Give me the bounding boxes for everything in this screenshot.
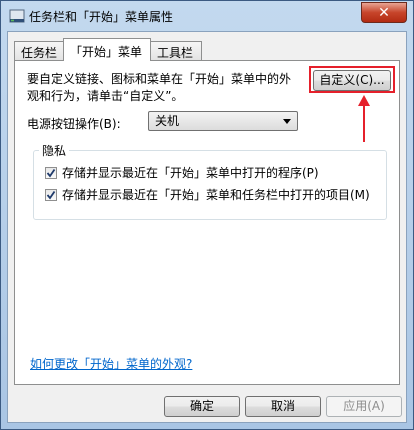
tab-toolbars[interactable]: 工具栏 bbox=[150, 41, 202, 60]
close-button[interactable]: ✕ bbox=[361, 2, 407, 23]
tab-start-menu[interactable]: 「开始」菜单 bbox=[63, 38, 151, 61]
privacy-group bbox=[33, 150, 387, 220]
privacy-option-programs[interactable]: 存储并显示最近在「开始」菜单中打开的程序(P) bbox=[45, 164, 319, 181]
privacy-option-label: 存储并显示最近在「开始」菜单和任务栏中打开的项目(M) bbox=[62, 188, 370, 202]
help-link[interactable]: 如何更改「开始」菜单的外观? bbox=[30, 355, 192, 372]
cancel-button[interactable]: 取消 bbox=[245, 396, 321, 417]
customize-description: 要自定义链接、图标和菜单在「开始」菜单中的外观和行为，请单击“自定义”。 bbox=[27, 72, 292, 103]
privacy-option-items[interactable]: 存储并显示最近在「开始」菜单和任务栏中打开的项目(M) bbox=[45, 186, 370, 203]
checkbox-items[interactable] bbox=[45, 188, 57, 201]
checkmark-icon bbox=[46, 190, 56, 199]
properties-window: 任务栏和「开始」菜单属性 ✕ 任务栏 「开始」菜单 工具栏 要自定义链接、图标和… bbox=[0, 0, 414, 430]
power-action-select[interactable]: 关机 bbox=[148, 111, 298, 131]
taskbar-app-icon bbox=[9, 8, 25, 24]
power-button-label: 电源按钮操作(B): bbox=[27, 117, 121, 131]
chevron-down-icon bbox=[283, 119, 291, 124]
tab-taskbar[interactable]: 任务栏 bbox=[14, 41, 64, 60]
window-title: 任务栏和「开始」菜单属性 bbox=[29, 10, 174, 24]
apply-button[interactable]: 应用(A) bbox=[326, 396, 402, 417]
power-action-value: 关机 bbox=[155, 114, 180, 128]
ok-button[interactable]: 确定 bbox=[164, 396, 240, 417]
privacy-group-label: 隐私 bbox=[39, 142, 70, 159]
annotation-arrow bbox=[358, 95, 370, 142]
checkbox-programs[interactable] bbox=[45, 166, 57, 179]
privacy-option-label: 存储并显示最近在「开始」菜单中打开的程序(P) bbox=[62, 166, 319, 180]
dialog-body: 任务栏 「开始」菜单 工具栏 要自定义链接、图标和菜单在「开始」菜单中的外观和行… bbox=[7, 31, 407, 423]
start-menu-tab-page: 要自定义链接、图标和菜单在「开始」菜单中的外观和行为，请单击“自定义”。 自定义… bbox=[14, 60, 400, 385]
title-bar[interactable]: 任务栏和「开始」菜单属性 ✕ bbox=[1, 1, 413, 31]
customize-button[interactable]: 自定义(C)... bbox=[313, 70, 391, 91]
close-icon: ✕ bbox=[378, 4, 390, 21]
checkmark-icon bbox=[46, 168, 56, 177]
